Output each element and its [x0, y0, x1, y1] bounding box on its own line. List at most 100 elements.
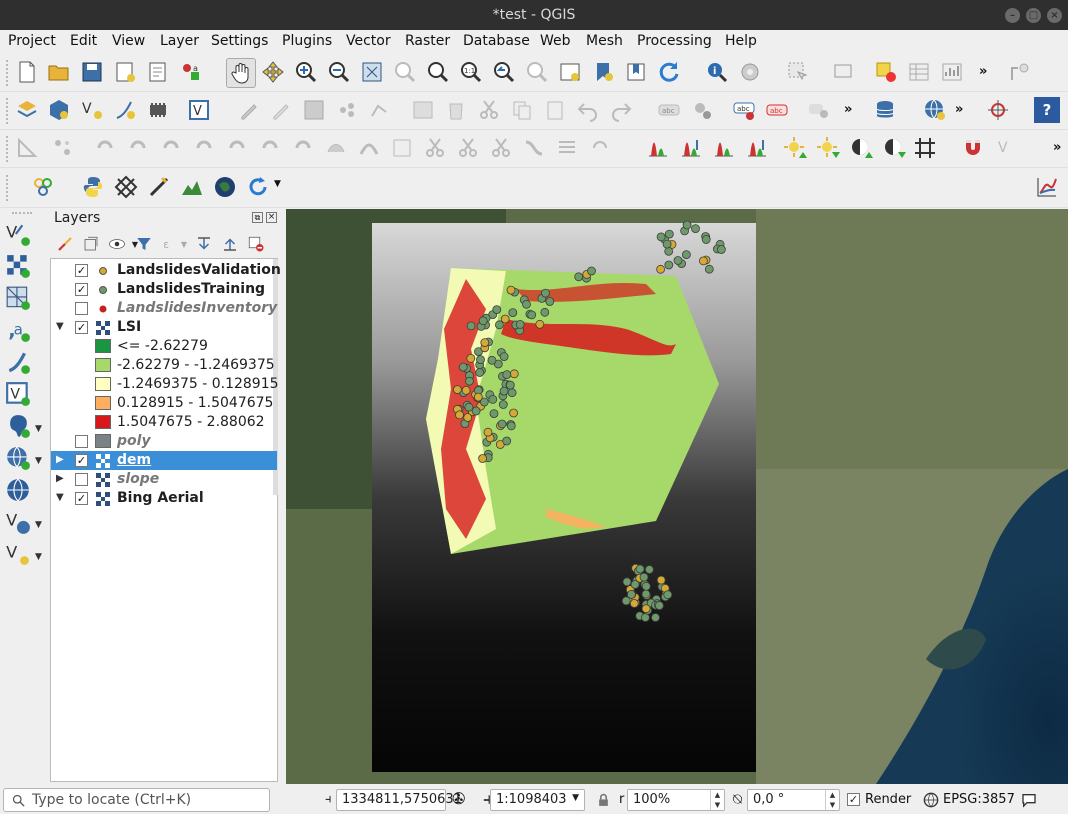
zoom-in-icon[interactable] — [293, 59, 319, 85]
add-group-icon[interactable] — [80, 233, 102, 255]
pan-to-selection-icon[interactable] — [260, 59, 286, 85]
toolbar-handle[interactable] — [6, 98, 10, 124]
attribute-table-icon[interactable] — [906, 59, 932, 85]
crs-globe-icon[interactable] — [923, 792, 939, 808]
coordinate-field[interactable]: 1334811,5750631 — [336, 789, 462, 811]
fill-ring-icon[interactable] — [224, 135, 250, 161]
new-map-view-icon[interactable] — [557, 59, 583, 85]
coordinate-capture-icon[interactable] — [985, 97, 1011, 123]
add-part-icon[interactable] — [191, 135, 217, 161]
pin-labels-icon[interactable] — [689, 97, 715, 123]
layer-visibility-checkbox[interactable]: ✓ — [75, 454, 88, 467]
brightness-up-icon[interactable] — [782, 135, 808, 161]
add-point-icon[interactable] — [334, 97, 360, 123]
dropdown-arrow-icon[interactable]: ▼ — [35, 456, 42, 466]
web-services-icon[interactable] — [922, 97, 948, 123]
reshape-features-icon[interactable] — [323, 135, 349, 161]
dropdown-arrow-icon[interactable]: ▼ — [35, 552, 42, 562]
new-geopackage-icon[interactable] — [46, 97, 72, 123]
layer-row-slope[interactable]: ▶ slope — [51, 470, 277, 489]
layer-row-landslides-training[interactable]: ✓ LandslidesTraining — [51, 280, 277, 299]
measure-line-icon[interactable] — [1007, 59, 1033, 85]
menu-layer[interactable]: Layer — [160, 33, 199, 49]
menu-plugins[interactable]: Plugins — [282, 33, 332, 49]
refresh-plugin-icon[interactable] — [245, 174, 271, 200]
save-edits-icon[interactable] — [301, 97, 327, 123]
toolbar-overflow-icon[interactable]: » — [979, 64, 987, 79]
messages-icon[interactable] — [1020, 792, 1038, 808]
layer-visibility-checkbox[interactable]: ✓ — [75, 264, 88, 277]
menu-processing[interactable]: Processing — [637, 33, 712, 49]
merge-attributes-icon[interactable] — [488, 135, 514, 161]
split-features-icon[interactable] — [389, 135, 415, 161]
new-shapefile-icon[interactable]: V — [79, 97, 105, 123]
offset-point-symbols-icon[interactable] — [554, 135, 580, 161]
menu-raster[interactable]: Raster — [405, 33, 450, 49]
globe-icon[interactable] — [212, 174, 238, 200]
select-by-value-icon[interactable] — [831, 59, 857, 85]
toolbar-overflow-icon[interactable]: » — [955, 102, 963, 117]
layer-visibility-checkbox[interactable]: ✓ — [75, 283, 88, 296]
split-parts-icon[interactable] — [422, 135, 448, 161]
merge-features-icon[interactable] — [455, 135, 481, 161]
close-panel-icon[interactable]: × — [266, 212, 277, 223]
grid-icon[interactable] — [912, 135, 938, 161]
pencil-icon[interactable] — [268, 97, 294, 123]
paste-features-icon[interactable] — [542, 97, 568, 123]
expand-arrow-icon[interactable]: ▶ — [56, 454, 64, 465]
dropdown-arrow-icon[interactable]: ▼ — [274, 179, 281, 189]
delete-part-icon[interactable] — [290, 135, 316, 161]
cut-features-icon[interactable] — [476, 97, 502, 123]
move-feature-icon[interactable] — [50, 135, 76, 161]
menu-database[interactable]: Database — [463, 33, 530, 49]
add-mesh-layer-icon[interactable] — [4, 284, 32, 312]
scale-combobox[interactable]: 1:1098403 ▼ — [490, 789, 585, 811]
histogram-icon-2[interactable] — [678, 135, 704, 161]
layer-visibility-checkbox[interactable] — [75, 435, 88, 448]
rotate-point-symbols-icon[interactable] — [521, 135, 547, 161]
dropdown-arrow-icon[interactable]: ▼ — [173, 233, 195, 255]
select-features-icon[interactable] — [785, 59, 811, 85]
menu-edit[interactable]: Edit — [70, 33, 97, 49]
vertex-tool-icon[interactable] — [367, 97, 393, 123]
toolbar-handle[interactable] — [6, 175, 10, 201]
undo-icon[interactable] — [575, 97, 601, 123]
save-project-icon[interactable] — [79, 59, 105, 85]
remove-layer-icon[interactable] — [245, 233, 267, 255]
layer-visibility-checkbox[interactable] — [75, 473, 88, 486]
add-wms-layer-icon[interactable] — [4, 444, 32, 472]
collapse-all-icon[interactable] — [219, 233, 241, 255]
label-toolbar-icon[interactable]: abc — [656, 97, 682, 123]
topology-checker-icon[interactable] — [113, 174, 139, 200]
add-postgis-layer-icon[interactable] — [4, 412, 32, 440]
offset-curve-icon[interactable] — [356, 135, 382, 161]
rotation-field[interactable]: 0,0 ° ▲ ▼ — [747, 789, 840, 811]
add-wfs-layer-icon[interactable]: V — [4, 508, 32, 536]
layer-visibility-checkbox[interactable]: ✓ — [75, 492, 88, 505]
toolbar-overflow-icon[interactable]: » — [844, 102, 852, 117]
toolbar-handle[interactable] — [12, 212, 32, 216]
redo-icon[interactable] — [608, 97, 634, 123]
map-canvas[interactable] — [286, 209, 1068, 784]
zoom-out-icon[interactable] — [326, 59, 352, 85]
open-project-icon[interactable] — [46, 59, 72, 85]
add-ring-icon[interactable] — [158, 135, 184, 161]
layer-visibility-checkbox[interactable]: ✓ — [75, 321, 88, 334]
zoom-to-selection-icon[interactable] — [392, 59, 418, 85]
plot-icon[interactable] — [1034, 174, 1060, 200]
enable-snapping-icon[interactable] — [14, 135, 40, 161]
modify-attributes-icon[interactable] — [410, 97, 436, 123]
contrast-up-icon[interactable] — [848, 135, 874, 161]
highlight-pinned-icon[interactable] — [806, 97, 832, 123]
close-icon[interactable]: × — [1047, 8, 1062, 23]
run-feature-action-icon[interactable] — [737, 59, 763, 85]
layer-row-lsi[interactable]: ▼ ✓ LSI — [51, 318, 277, 337]
layer-row-landslides-validation[interactable]: ✓ LandslidesValidation — [51, 261, 281, 280]
menu-mesh[interactable]: Mesh — [586, 33, 623, 49]
menu-help[interactable]: Help — [725, 33, 757, 49]
statistical-summary-icon[interactable] — [939, 59, 965, 85]
new-print-layout-icon[interactable] — [112, 59, 138, 85]
show-bookmarks-icon[interactable] — [623, 59, 649, 85]
help-icon[interactable]: ? — [1034, 97, 1060, 123]
histogram-icon-3[interactable] — [711, 135, 737, 161]
